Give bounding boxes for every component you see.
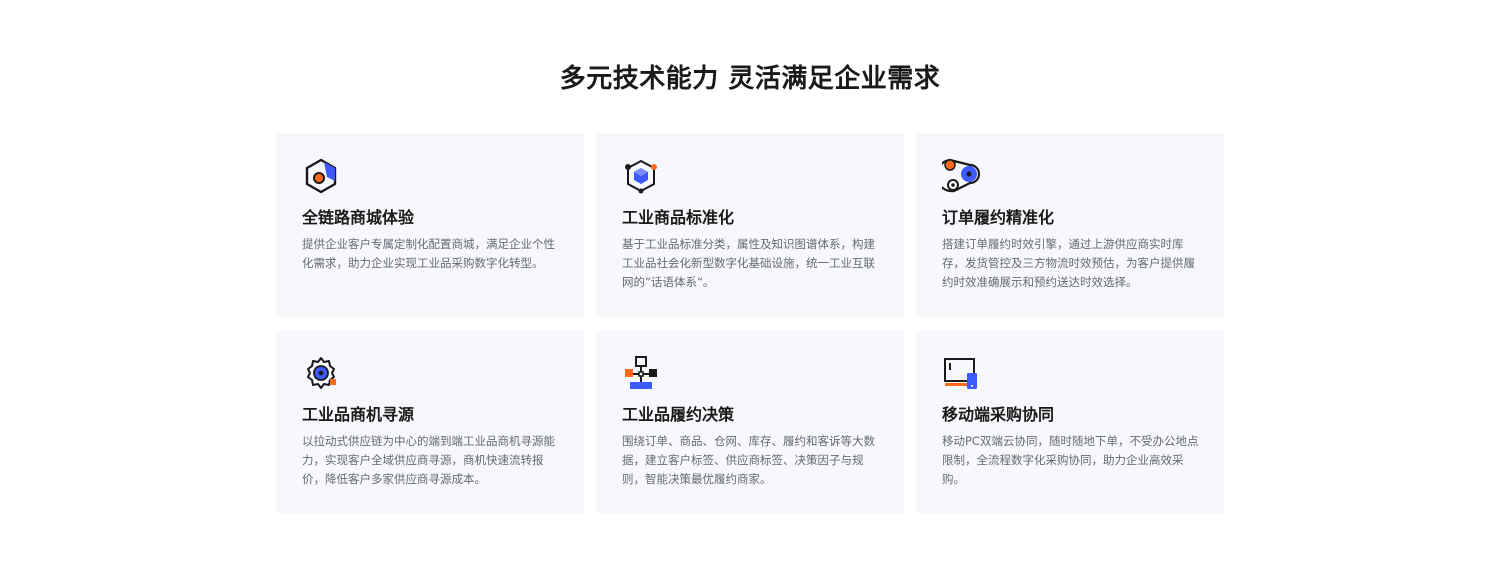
feature-grid: 全链路商城体验 提供企业客户专属定制化配置商城，满足企业个性化需求，助力企业实现… — [276, 133, 1224, 513]
flowchart-icon — [622, 354, 660, 392]
card-description: 围绕订单、商品、仓网、库存、履约和客诉等大数据，建立客户标签、供应商标签、决策因… — [622, 434, 875, 486]
monitor-phone-icon — [942, 354, 980, 392]
feature-card-product-standardization[interactable]: 工业商品标准化 基于工业品标准分类，属性及知识图谱体系，构建工业品社会化新型数字… — [596, 133, 904, 317]
card-description: 移动PC双端云协同，随时随地下单，不受办公地点限制，全流程数字化采购协同，助力企… — [942, 434, 1199, 486]
section-title: 多元技术能力 灵活满足企业需求 — [559, 64, 941, 94]
feature-card-fulfillment-decision[interactable]: 工业品履约决策 围绕订单、商品、仓网、库存、履约和客诉等大数据，建立客户标签、供… — [596, 330, 904, 513]
card-description: 基于工业品标准分类，属性及知识图谱体系，构建工业品社会化新型数字化基础设施，统一… — [622, 237, 875, 289]
hexagon-nut-icon — [302, 157, 340, 195]
cube-network-icon — [622, 157, 660, 195]
card-title: 订单履约精准化 — [942, 208, 1055, 227]
card-title: 工业品履约决策 — [622, 405, 735, 424]
card-title: 工业品商机寻源 — [302, 405, 415, 424]
conveyor-belt-icon — [942, 157, 980, 195]
feature-card-mobile-procurement[interactable]: 移动端采购协同 移动PC双端云协同，随时随地下单，不受办公地点限制，全流程数字化… — [916, 330, 1224, 513]
card-title: 全链路商城体验 — [302, 208, 415, 227]
card-description: 以拉动式供应链为中心的端到端工业品商机寻源能力，实现客户全域供应商寻源，商机快速… — [302, 434, 555, 486]
feature-card-mall-experience[interactable]: 全链路商城体验 提供企业客户专属定制化配置商城，满足企业个性化需求，助力企业实现… — [276, 133, 584, 317]
card-title: 移动端采购协同 — [942, 405, 1055, 424]
feature-card-order-fulfillment[interactable]: 订单履约精准化 搭建订单履约时效引擎，通过上游供应商实时库存，发货管控及三方物流… — [916, 133, 1224, 317]
card-description: 提供企业客户专属定制化配置商城，满足企业个性化需求，助力企业实现工业品采购数字化… — [302, 237, 555, 270]
feature-card-sourcing[interactable]: 工业品商机寻源 以拉动式供应链为中心的端到端工业品商机寻源能力，实现客户全域供应… — [276, 330, 584, 513]
card-title: 工业商品标准化 — [622, 208, 735, 227]
gear-icon — [302, 354, 340, 392]
card-description: 搭建订单履约时效引擎，通过上游供应商实时库存，发货管控及三方物流时效预估，为客户… — [942, 237, 1195, 289]
